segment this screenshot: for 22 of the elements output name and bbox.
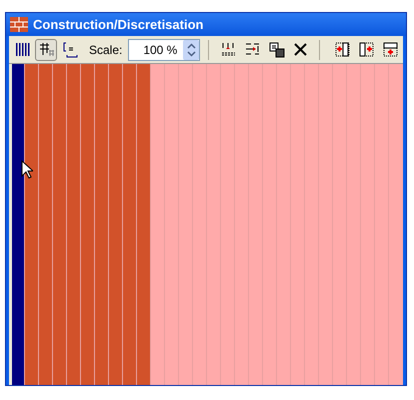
strip-segment[interactable] <box>122 64 136 385</box>
add-column-left-icon <box>334 41 350 58</box>
bracket-icon <box>62 41 78 58</box>
spinner-button[interactable] <box>183 40 200 60</box>
window-title: Construction/Discretisation <box>33 16 204 34</box>
scale-value: 100 % <box>142 42 178 58</box>
strip-segment[interactable] <box>136 64 150 385</box>
close-icon <box>292 41 309 58</box>
add-column-right-icon <box>358 41 374 58</box>
spinner-arrows-icon <box>186 42 196 56</box>
add-row-icon <box>382 41 398 58</box>
scale-label: Scale: <box>89 42 122 58</box>
vertical-bars-icon <box>14 41 30 58</box>
copy-blocks-icon <box>268 41 285 58</box>
brick-wall-icon <box>10 17 28 32</box>
scale-field[interactable]: 100 % <box>128 38 200 60</box>
grid-icon <box>38 41 54 58</box>
strip-segment[interactable] <box>108 64 122 385</box>
strip-segment[interactable] <box>94 64 108 385</box>
split-bars-icon <box>220 41 237 58</box>
mouse-pointer-icon <box>21 160 33 179</box>
toolbar-button[interactable] <box>35 38 57 60</box>
